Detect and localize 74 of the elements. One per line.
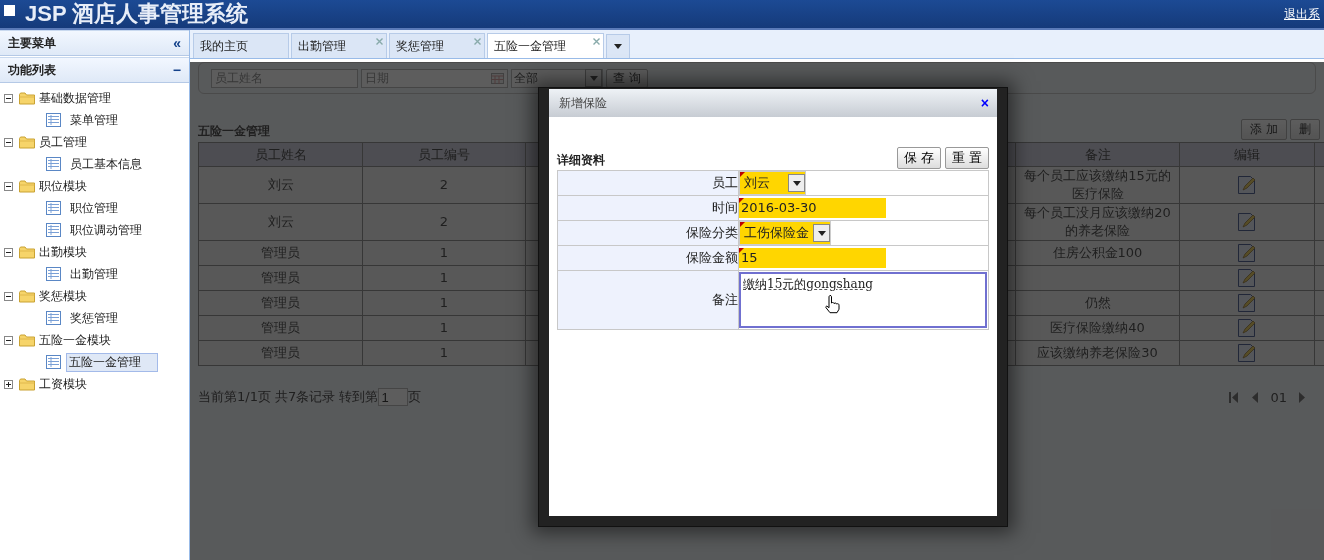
- dropdown-arrow-icon: [817, 230, 826, 236]
- tab[interactable]: 五险一金管理: [487, 33, 604, 58]
- window-icon: [4, 4, 15, 16]
- tree-item[interactable]: 基础数据管理: [39, 89, 111, 107]
- dropdown-arrow-icon: [614, 44, 622, 49]
- close-icon[interactable]: [474, 38, 481, 45]
- folder-icon: [19, 179, 35, 193]
- section-title: 五险一金管理: [198, 123, 270, 140]
- collapse-icon[interactable]: [4, 247, 13, 257]
- pager-text: 当前第1/1页 共7条记录 转到第: [198, 388, 379, 406]
- tree-item[interactable]: 菜单管理: [66, 109, 122, 131]
- close-icon[interactable]: [376, 38, 383, 45]
- folder-icon: [19, 333, 35, 347]
- textarea-field[interactable]: 缴纳15元的gongshang: [739, 272, 987, 328]
- hand-cursor-icon: [825, 294, 841, 314]
- folder-icon: [19, 289, 35, 303]
- logout-link[interactable]: 退出系: [1284, 5, 1320, 23]
- folder-icon: [19, 91, 35, 105]
- input-field[interactable]: 2016-03-30: [739, 198, 886, 218]
- tree-item[interactable]: 职位管理: [66, 197, 122, 219]
- tree-item[interactable]: 五险一金模块: [39, 331, 111, 349]
- tree-item[interactable]: 奖惩模块: [39, 287, 87, 305]
- collapse-icon[interactable]: [4, 335, 13, 345]
- tree-item[interactable]: 职位模块: [39, 177, 87, 195]
- form-section-title: 详细资料: [557, 152, 605, 169]
- form-button[interactable]: 重 置: [944, 147, 989, 169]
- list-icon: [46, 113, 61, 127]
- app-title: JSP 酒店人事管理系统: [25, 0, 249, 28]
- field-label: 保险金额: [557, 245, 739, 271]
- collapse-icon[interactable]: [4, 93, 13, 103]
- tree-item[interactable]: 出勤管理: [66, 263, 122, 285]
- field-label: 员工: [557, 170, 739, 196]
- section-title: 功能列表: [8, 61, 56, 79]
- folder-icon: [19, 245, 35, 259]
- pager-text: 页: [408, 388, 422, 406]
- tab-menu-button[interactable]: [606, 34, 630, 58]
- select-value: 全部: [514, 69, 538, 87]
- tab[interactable]: 奖惩管理: [389, 33, 485, 58]
- form-button[interactable]: 保 存: [896, 147, 941, 169]
- expand-icon[interactable]: [4, 379, 13, 389]
- collapse-button[interactable]: «: [173, 35, 181, 51]
- list-icon: [46, 201, 61, 215]
- tree-item[interactable]: 工资模块: [39, 375, 87, 393]
- list-icon: [46, 157, 61, 171]
- collapse-icon[interactable]: [4, 137, 13, 147]
- select-field[interactable]: 刘云: [739, 171, 806, 195]
- page-number: 01: [1270, 389, 1287, 405]
- tree-item[interactable]: 出勤模块: [39, 243, 87, 261]
- tab[interactable]: 我的主页: [193, 33, 289, 58]
- select-field[interactable]: 工伤保险金: [739, 221, 831, 245]
- tab[interactable]: 出勤管理: [291, 33, 387, 58]
- close-icon[interactable]: [593, 38, 600, 45]
- collapse-icon[interactable]: [4, 291, 13, 301]
- folder-icon: [19, 377, 35, 391]
- field-label: 备注: [557, 270, 739, 330]
- dropdown-arrow-icon: [792, 180, 801, 186]
- input-field[interactable]: 15: [739, 248, 886, 268]
- sidebar-title: 主要菜单: [8, 34, 56, 52]
- tree-item[interactable]: 职位调动管理: [66, 219, 146, 241]
- list-icon: [46, 223, 61, 237]
- tree-item[interactable]: 奖惩管理: [66, 307, 122, 329]
- collapse-icon[interactable]: [4, 181, 13, 191]
- tree-item[interactable]: 员工管理: [39, 133, 87, 151]
- list-icon: [46, 267, 61, 281]
- dialog-title: 新增保险: [559, 94, 607, 112]
- tree-item[interactable]: 五险一金管理: [66, 352, 158, 372]
- field-label: 时间: [557, 195, 739, 221]
- section-toggle-button[interactable]: −: [172, 62, 181, 78]
- field-label: 保险分类: [557, 220, 739, 246]
- list-icon: [46, 355, 61, 369]
- tree-item[interactable]: 员工基本信息: [66, 153, 146, 175]
- list-icon: [46, 311, 61, 325]
- folder-icon: [19, 135, 35, 149]
- close-button[interactable]: ×: [976, 95, 993, 111]
